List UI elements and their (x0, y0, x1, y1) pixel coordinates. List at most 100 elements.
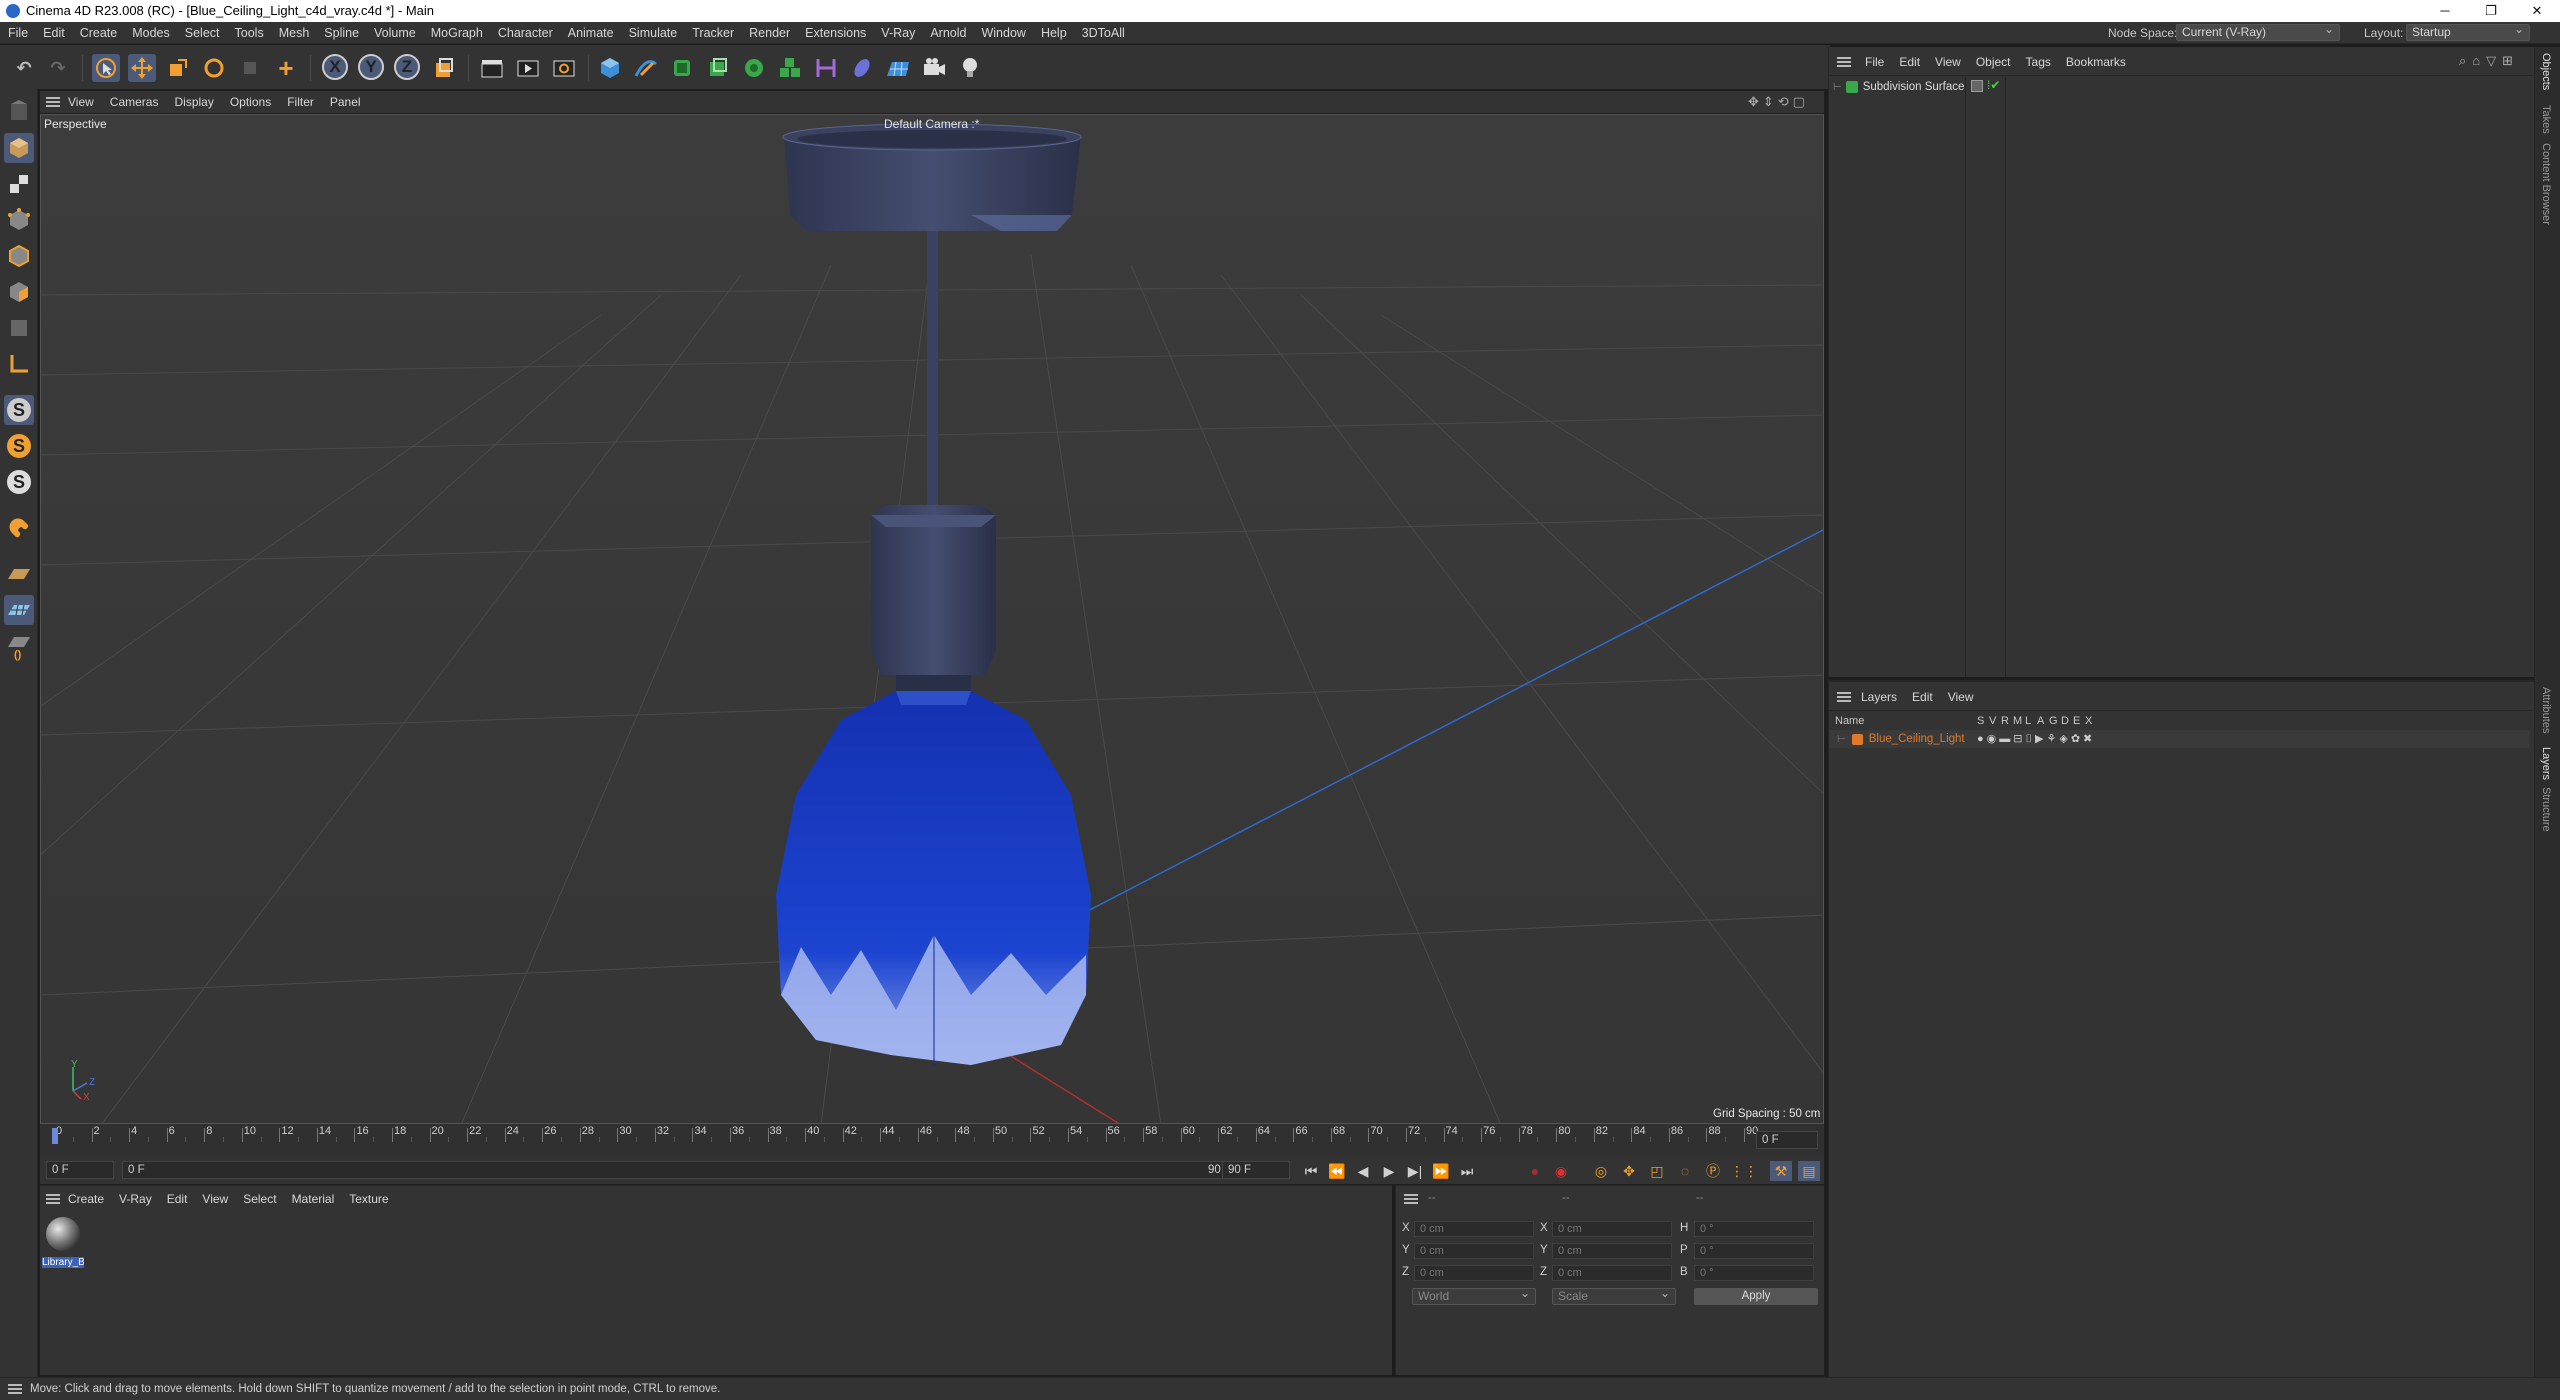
material-menu-edit[interactable]: Edit (167, 1192, 188, 1206)
object-row-subdivision-surface[interactable]: ⊢ Subdivision Surface (1833, 79, 1964, 95)
apply-button[interactable]: Apply (1694, 1288, 1818, 1305)
material-menu-vray[interactable]: V-Ray (119, 1192, 152, 1206)
rot-h-field[interactable]: 0 ° (1694, 1221, 1814, 1237)
viewport-camera-label[interactable]: Default Camera :* (884, 117, 979, 131)
3d-viewport[interactable]: Perspective Default Camera :* Grid Spaci… (40, 114, 1824, 1124)
y-axis-lock[interactable]: Y (358, 54, 384, 80)
x-axis-lock[interactable]: X (322, 54, 348, 80)
rot-b-field[interactable]: 0 ° (1694, 1265, 1814, 1281)
menu-volume[interactable]: Volume (374, 26, 416, 40)
add-object-icon[interactable]: + (272, 54, 300, 82)
object-menu-file[interactable]: File (1865, 55, 1884, 69)
model-mode-icon[interactable] (4, 133, 34, 163)
current-frame-field[interactable]: 0 F (1756, 1131, 1818, 1149)
next-key-icon[interactable]: ⏩ (1430, 1161, 1452, 1181)
menu-window[interactable]: Window (981, 26, 1025, 40)
tab-objects[interactable]: Objects (2540, 53, 2552, 90)
redo-icon[interactable]: ↷ (44, 54, 72, 82)
snap-toggle-3[interactable]: S (4, 467, 34, 497)
tab-structure[interactable]: Structure (2540, 787, 2552, 832)
minimize-button[interactable]: ─ (2422, 0, 2468, 22)
end-frame-field[interactable]: 90 F (1222, 1161, 1290, 1179)
light-icon[interactable] (956, 54, 984, 82)
viewport-menu-filter[interactable]: Filter (287, 95, 314, 109)
locked-workplane-icon[interactable]: () (4, 631, 34, 661)
menu-spline[interactable]: Spline (324, 26, 359, 40)
edge-mode-icon[interactable] (4, 241, 34, 271)
goto-start-icon[interactable]: ⏮ (1300, 1161, 1322, 1181)
menu-file[interactable]: File (8, 26, 28, 40)
viewport-menu-icon[interactable] (46, 97, 60, 107)
floor-environment-icon[interactable] (884, 54, 912, 82)
object-menu-object[interactable]: Object (1976, 55, 2011, 69)
tab-layers[interactable]: Layers (2540, 747, 2552, 780)
layer-menu-view[interactable]: View (1948, 690, 1974, 704)
viewport-menu-display[interactable]: Display (174, 95, 213, 109)
menu-create[interactable]: Create (80, 26, 118, 40)
coordinates-menu-icon[interactable] (1404, 1194, 1418, 1204)
layout-dropdown[interactable]: Startup (2406, 22, 2530, 41)
material-menu-view[interactable]: View (202, 1192, 228, 1206)
object-menu-tags[interactable]: Tags (2026, 55, 2051, 69)
material-menu-create[interactable]: Create (68, 1192, 104, 1206)
make-editable-icon[interactable] (4, 97, 34, 127)
goto-end-icon[interactable]: ⏭ (1456, 1161, 1478, 1181)
workplane-icon[interactable] (4, 559, 34, 589)
layer-toggle-icons[interactable]: ●◉▬⊟⌷▶⚘◈✿✖ (1977, 732, 2095, 746)
layer-color-swatch[interactable] (1851, 733, 1863, 745)
pos-x-field[interactable]: 0 cm (1414, 1221, 1534, 1237)
record-keys-icon[interactable]: ● (1524, 1161, 1546, 1181)
frame-range-slider[interactable]: 0 F 90 F (122, 1161, 1238, 1179)
coordinate-system-icon[interactable] (430, 54, 458, 82)
move-tool-icon[interactable] (128, 54, 156, 82)
menu-extensions[interactable]: Extensions (805, 26, 866, 40)
material-menu-texture[interactable]: Texture (349, 1192, 388, 1206)
material-menu-icon[interactable] (46, 1194, 60, 1204)
status-menu-icon[interactable] (8, 1384, 22, 1394)
menu-select[interactable]: Select (185, 26, 220, 40)
rotate-tool-icon[interactable] (200, 54, 228, 82)
deformer-icon[interactable] (812, 54, 840, 82)
previous-frame-icon[interactable]: ◀ (1352, 1161, 1374, 1181)
tab-attributes[interactable]: Attributes (2540, 687, 2552, 733)
size-y-field[interactable]: 0 cm (1552, 1243, 1672, 1259)
rotation-key-icon[interactable]: ◌ (1674, 1161, 1696, 1181)
pos-z-field[interactable]: 0 cm (1414, 1265, 1534, 1281)
layer-menu-edit[interactable]: Edit (1912, 690, 1933, 704)
scale-tool-icon[interactable] (164, 54, 192, 82)
layer-menu-layers[interactable]: Layers (1861, 690, 1897, 704)
parameter-key-icon[interactable]: Ⓟ (1702, 1161, 1724, 1181)
z-axis-lock[interactable]: Z (394, 54, 420, 80)
layer-row[interactable]: ⊢ Blue_Ceiling_Light ●◉▬⊟⌷▶⚘◈✿✖ (1829, 730, 2529, 748)
layer-menu-icon[interactable] (1837, 692, 1851, 702)
menu-character[interactable]: Character (498, 26, 553, 40)
object-menu-bookmarks[interactable]: Bookmarks (2066, 55, 2126, 69)
menu-3dtoall[interactable]: 3DToAll (1082, 26, 1125, 40)
render-region-icon[interactable] (478, 54, 506, 82)
timeline-window-icon[interactable]: ▤ (1798, 1161, 1820, 1181)
playhead[interactable] (52, 1128, 58, 1144)
keyframe-selection-icon[interactable]: ◎ (1590, 1161, 1612, 1181)
menu-vray[interactable]: V-Ray (881, 26, 915, 40)
mograph-cloner-icon[interactable] (740, 54, 768, 82)
mograph-fracture-icon[interactable] (776, 54, 804, 82)
field-icon[interactable] (848, 54, 876, 82)
grid-lock-icon[interactable] (4, 595, 34, 625)
recent-tool-icon[interactable] (236, 54, 264, 82)
object-enabled-check-icon[interactable]: ⁞✔ (1987, 78, 2000, 92)
render-view-icon[interactable] (514, 54, 542, 82)
polygon-mode-icon[interactable] (4, 277, 34, 307)
viewport-menu-cameras[interactable]: Cameras (110, 95, 159, 109)
autokey-icon[interactable]: ◉ (1550, 1161, 1572, 1181)
coordinate-mode-dropdown[interactable]: Scale (1552, 1286, 1676, 1305)
scale-key-icon[interactable]: ◰ (1646, 1161, 1668, 1181)
menu-render[interactable]: Render (749, 26, 790, 40)
point-level-icon[interactable]: ⋮⋮ (1730, 1161, 1758, 1181)
close-button[interactable]: ✕ (2514, 0, 2560, 22)
camera-icon[interactable] (920, 54, 948, 82)
tab-content-browser[interactable]: Content Browser (2540, 143, 2552, 225)
pen-spline-icon[interactable] (632, 54, 660, 82)
maximize-button[interactable]: ❐ (2468, 0, 2514, 22)
viewport-navigation-icons[interactable]: ✥⇕⟲▢ (1748, 94, 1809, 110)
coordinate-space-dropdown[interactable]: World (1412, 1286, 1536, 1305)
